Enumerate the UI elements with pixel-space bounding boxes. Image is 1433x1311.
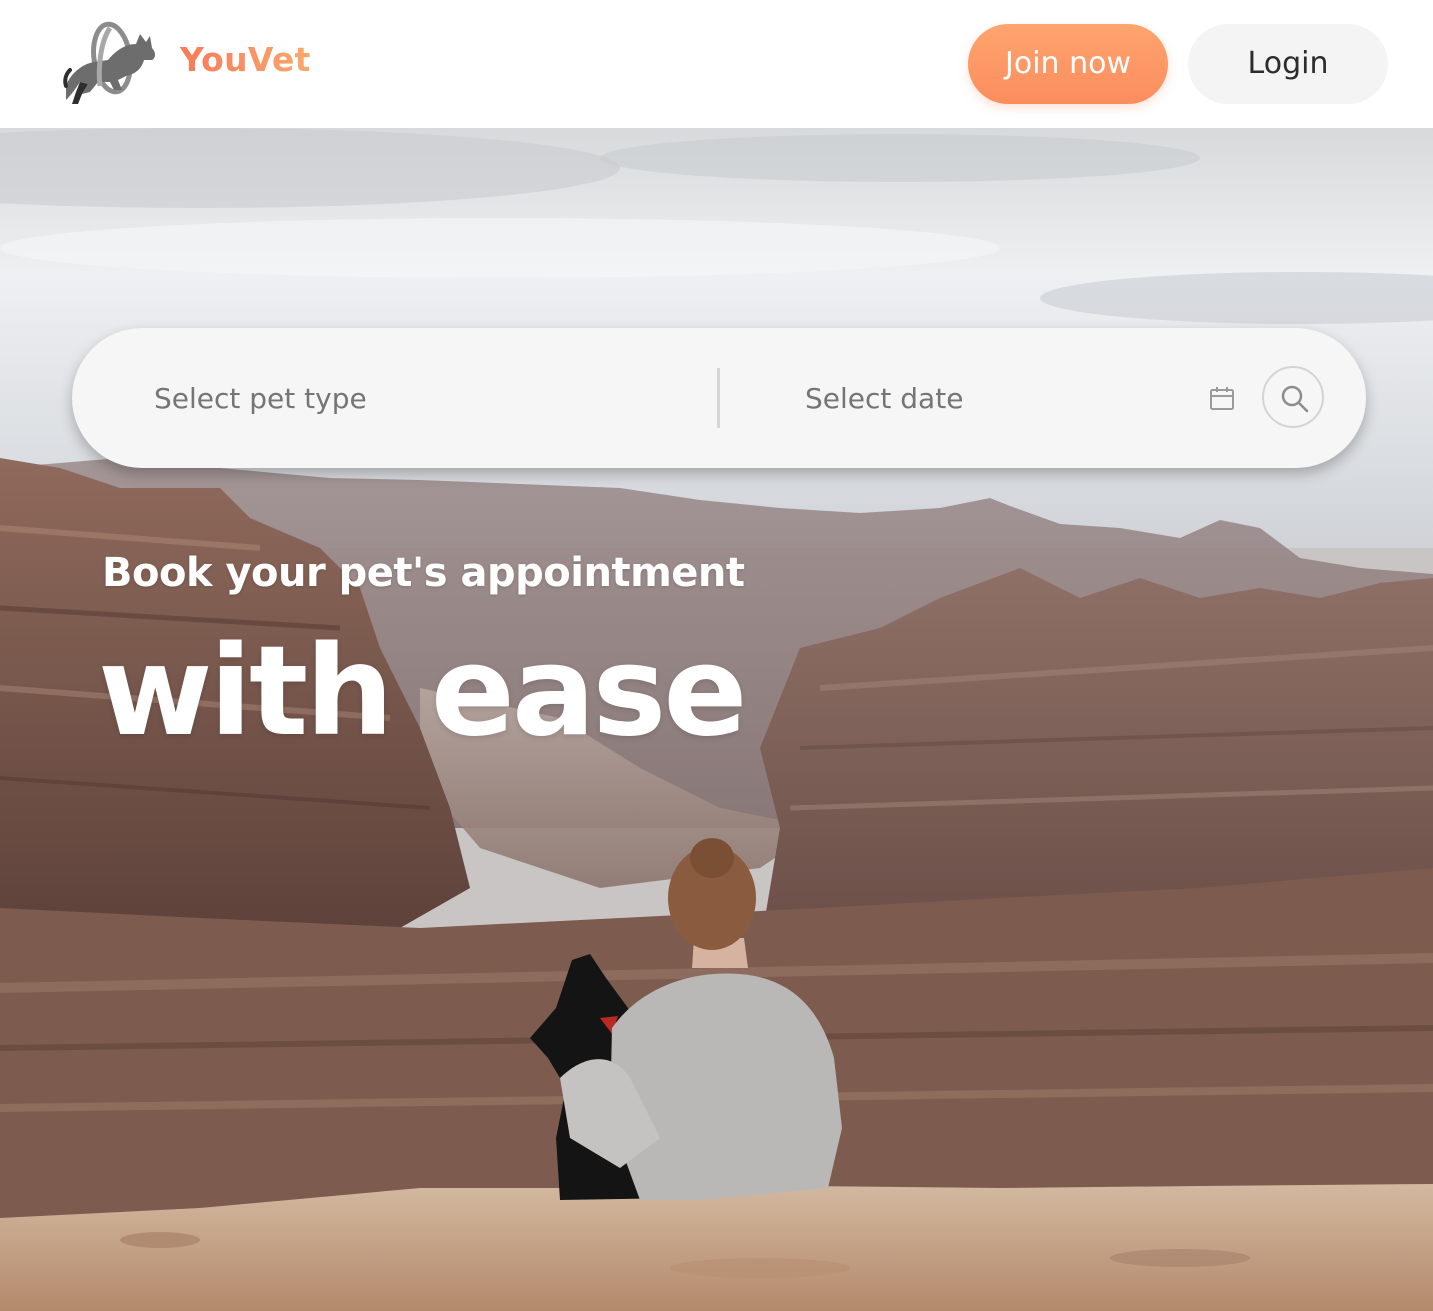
- dog-hoop-logo-icon[interactable]: [60, 20, 160, 106]
- login-button[interactable]: Login: [1188, 24, 1388, 104]
- page: YouVet Join now Login Select pet type Se…: [0, 0, 1433, 1311]
- search-button[interactable]: [1262, 366, 1324, 428]
- search-icon: [1281, 385, 1309, 413]
- join-now-button[interactable]: Join now: [968, 24, 1168, 104]
- search-divider: [717, 368, 720, 428]
- brand-name[interactable]: YouVet: [180, 40, 311, 79]
- pet-type-select[interactable]: [152, 328, 716, 470]
- top-navbar: YouVet Join now Login: [0, 0, 1433, 128]
- calendar-icon[interactable]: [1208, 384, 1236, 412]
- hero-title: with ease: [98, 620, 747, 764]
- hero-subtitle: Book your pet's appointment: [102, 550, 745, 596]
- appointment-search-bar: [72, 328, 1366, 470]
- date-select[interactable]: [803, 328, 1187, 470]
